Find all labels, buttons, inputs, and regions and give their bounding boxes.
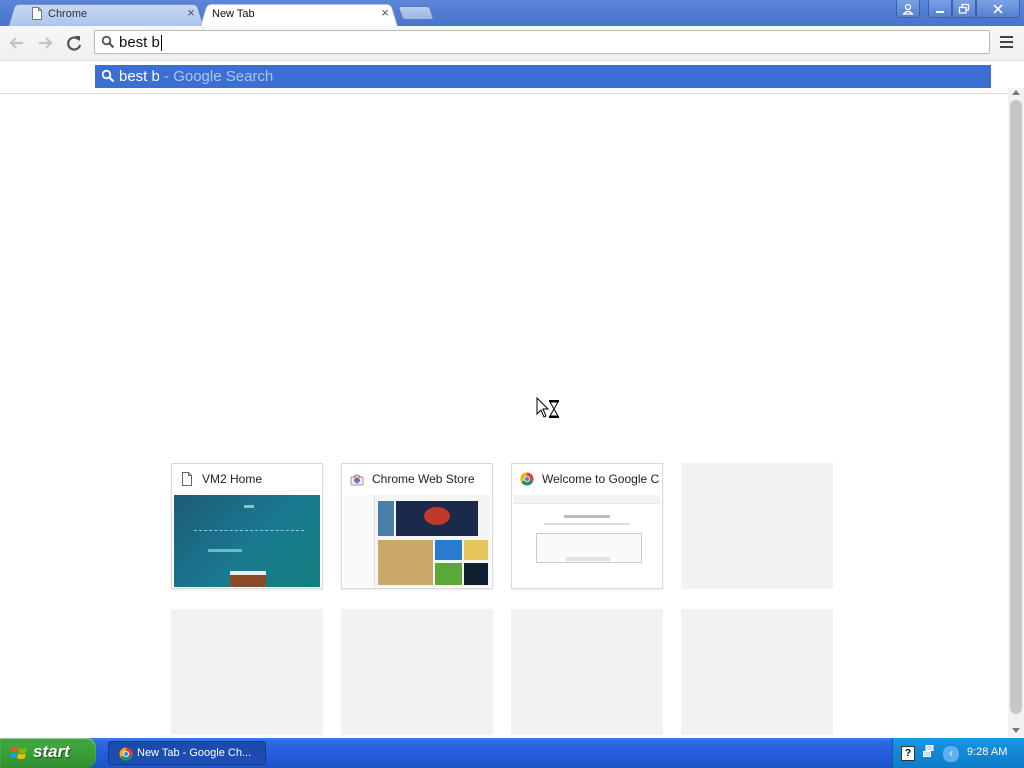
forward-button[interactable] (35, 33, 55, 53)
most-visited-tile-vm2-home[interactable]: VM2 Home (171, 463, 323, 589)
tab-title: Chrome (48, 8, 88, 20)
search-icon (101, 69, 115, 83)
suggestion-query: best b (119, 68, 160, 85)
omnibox[interactable]: best b (94, 30, 990, 54)
chrome-icon (119, 747, 133, 761)
scrollbar-thumb[interactable] (1010, 100, 1022, 714)
most-visited-tile-empty (341, 609, 493, 735)
chrome-icon (520, 472, 534, 486)
tile-title: Welcome to Google Chrome (542, 472, 660, 486)
help-icon[interactable]: ? (901, 746, 915, 761)
omnibox-suggestions: best b - Google Search (0, 61, 1024, 94)
vertical-scrollbar[interactable] (1008, 88, 1024, 738)
new-tab-button[interactable] (397, 6, 435, 20)
close-icon (993, 4, 1003, 14)
taskbar-item-chrome[interactable]: New Tab - Google Ch... (108, 741, 266, 765)
new-tab-page: VM2 Home Chrome Web Store Welcome to Goo… (0, 94, 1008, 738)
search-icon (101, 35, 115, 49)
scroll-down-arrow-icon[interactable] (1012, 728, 1020, 733)
browser-toolbar: best b (0, 26, 1024, 61)
start-button[interactable]: start (0, 738, 96, 768)
omnibox-input: best b (119, 34, 162, 52)
clock: 9:28 AM (967, 746, 1008, 758)
taskbar: start New Tab - Google Ch... ? ‹ 9:28 AM (0, 738, 1024, 768)
back-arrow-icon (9, 37, 23, 49)
tile-thumbnail (514, 495, 660, 587)
close-window-button[interactable] (976, 0, 1020, 18)
show-hidden-icons-icon[interactable]: ‹ (942, 745, 960, 763)
taskbar-item-label: New Tab - Google Ch... (137, 747, 252, 759)
start-label: start (33, 742, 70, 761)
back-button[interactable] (7, 33, 27, 53)
tab-new-tab[interactable]: New Tab × (200, 2, 398, 27)
restore-button[interactable] (952, 0, 976, 18)
forward-arrow-icon (39, 37, 53, 49)
tile-title: VM2 Home (202, 472, 263, 486)
tile-thumbnail (344, 495, 490, 587)
user-profile-button[interactable] (896, 0, 920, 18)
tab-chrome[interactable]: Chrome × (8, 2, 204, 27)
most-visited-tile-chrome-web-store[interactable]: Chrome Web Store (341, 463, 493, 589)
most-visited-tile-empty (171, 609, 323, 735)
chrome-web-store-icon (350, 474, 364, 486)
suggestion-item[interactable]: best b - Google Search (95, 65, 991, 88)
minimize-icon (936, 11, 944, 13)
system-tray: ? ‹ 9:28 AM (892, 738, 1024, 768)
reload-button[interactable] (64, 33, 84, 53)
text-caret (160, 35, 162, 52)
tile-thumbnail (174, 495, 320, 587)
close-tab-icon[interactable]: × (378, 6, 392, 20)
restore-icon (958, 3, 970, 14)
hamburger-icon (998, 36, 1016, 48)
most-visited-tile-empty (681, 609, 833, 735)
tab-title: New Tab (212, 8, 255, 20)
most-visited-tile-empty (681, 463, 833, 589)
windows-logo-icon (10, 747, 27, 759)
scroll-up-arrow-icon[interactable] (1012, 90, 1020, 95)
most-visited-tile-welcome-to-chrome[interactable]: Welcome to Google Chrome (511, 463, 663, 589)
network-icon[interactable] (923, 745, 935, 759)
title-bar: Chrome × New Tab × (0, 0, 1024, 27)
close-tab-icon[interactable]: × (184, 6, 198, 20)
page-icon (32, 7, 42, 20)
most-visited-tile-empty (511, 609, 663, 735)
omnibox-value[interactable]: best b (119, 34, 160, 51)
page-icon (182, 472, 192, 486)
busy-cursor-icon (536, 397, 559, 418)
reload-icon (67, 36, 82, 51)
person-icon (902, 3, 914, 15)
tile-title: Chrome Web Store (372, 472, 475, 486)
chrome-menu-button[interactable] (998, 33, 1016, 53)
suggestion-description: - Google Search (159, 68, 274, 85)
minimize-button[interactable] (928, 0, 952, 18)
